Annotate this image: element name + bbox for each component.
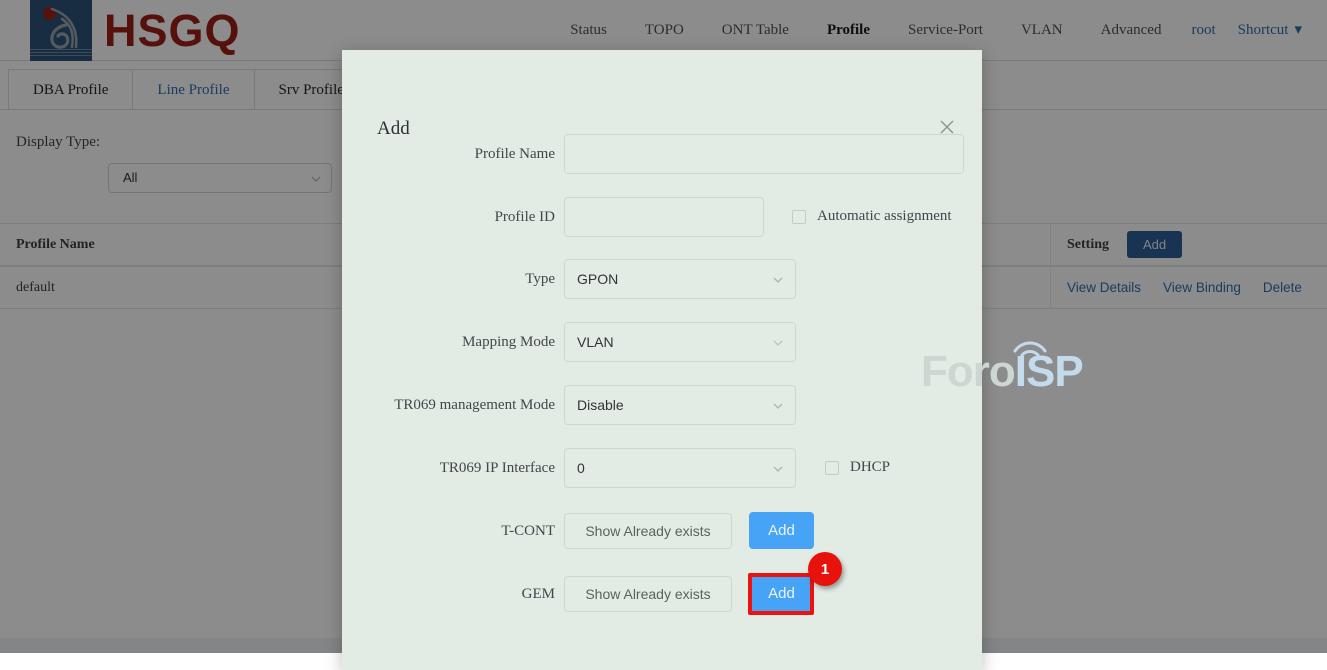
tr069-ip-interface-select[interactable]: 0 xyxy=(564,448,796,488)
label-profile-id: Profile ID xyxy=(494,209,555,225)
field-row-tr069-management-mode: TR069 management Mode Disable xyxy=(342,385,982,425)
automatic-assignment-label: Automatic assignment xyxy=(817,208,952,224)
field-row-profile-name: Profile Name xyxy=(342,134,982,174)
dhcp-checkbox[interactable]: DHCP xyxy=(825,459,890,476)
chevron-down-icon xyxy=(773,340,783,346)
field-row-mapping-mode: Mapping Mode VLAN xyxy=(342,322,982,362)
field-row-tr069-ip-interface: TR069 IP Interface 0 DHCP xyxy=(342,448,982,488)
field-row-gem: GEM Show Already exists Add xyxy=(342,574,982,614)
label-gem: GEM xyxy=(521,586,555,602)
label-tr069-ip-interface: TR069 IP Interface xyxy=(439,460,555,476)
profile-name-input[interactable] xyxy=(564,134,964,174)
chevron-down-icon xyxy=(773,466,783,472)
field-row-type: Type GPON xyxy=(342,259,982,299)
checkbox-box xyxy=(825,460,839,475)
label-tr069-management-mode: TR069 management Mode xyxy=(394,397,555,413)
label-tcont: T-CONT xyxy=(501,523,555,539)
gem-show-existing-button[interactable]: Show Already exists xyxy=(564,576,732,612)
type-select[interactable]: GPON xyxy=(564,259,796,299)
automatic-assignment-checkbox[interactable]: Automatic assignment xyxy=(792,208,952,225)
tr069-ip-interface-value: 0 xyxy=(577,460,585,476)
add-line-profile-dialog: Add ForoISP Profile Name Profile ID Auto… xyxy=(342,50,1084,670)
mapping-mode-value: VLAN xyxy=(577,334,614,350)
profile-id-input[interactable] xyxy=(564,197,764,237)
tr069-management-mode-value: Disable xyxy=(577,397,624,413)
label-profile-name: Profile Name xyxy=(474,146,555,162)
field-row-tcont: T-CONT Show Already exists Add xyxy=(342,511,982,551)
tcont-show-existing-button[interactable]: Show Already exists xyxy=(564,513,732,549)
tr069-management-mode-select[interactable]: Disable xyxy=(564,385,796,425)
mapping-mode-select[interactable]: VLAN xyxy=(564,322,796,362)
type-value: GPON xyxy=(577,271,619,287)
field-row-profile-id: Profile ID Automatic assignment xyxy=(342,197,982,237)
annotation-step-badge: 1 xyxy=(808,552,842,586)
label-mapping-mode: Mapping Mode xyxy=(462,334,555,350)
dhcp-label: DHCP xyxy=(850,459,891,475)
tcont-add-button[interactable]: Add xyxy=(749,512,814,549)
annotation-highlight-box xyxy=(748,573,814,615)
chevron-down-icon xyxy=(773,277,783,283)
chevron-down-icon xyxy=(773,403,783,409)
checkbox-box xyxy=(792,209,806,224)
label-type: Type xyxy=(525,271,555,287)
